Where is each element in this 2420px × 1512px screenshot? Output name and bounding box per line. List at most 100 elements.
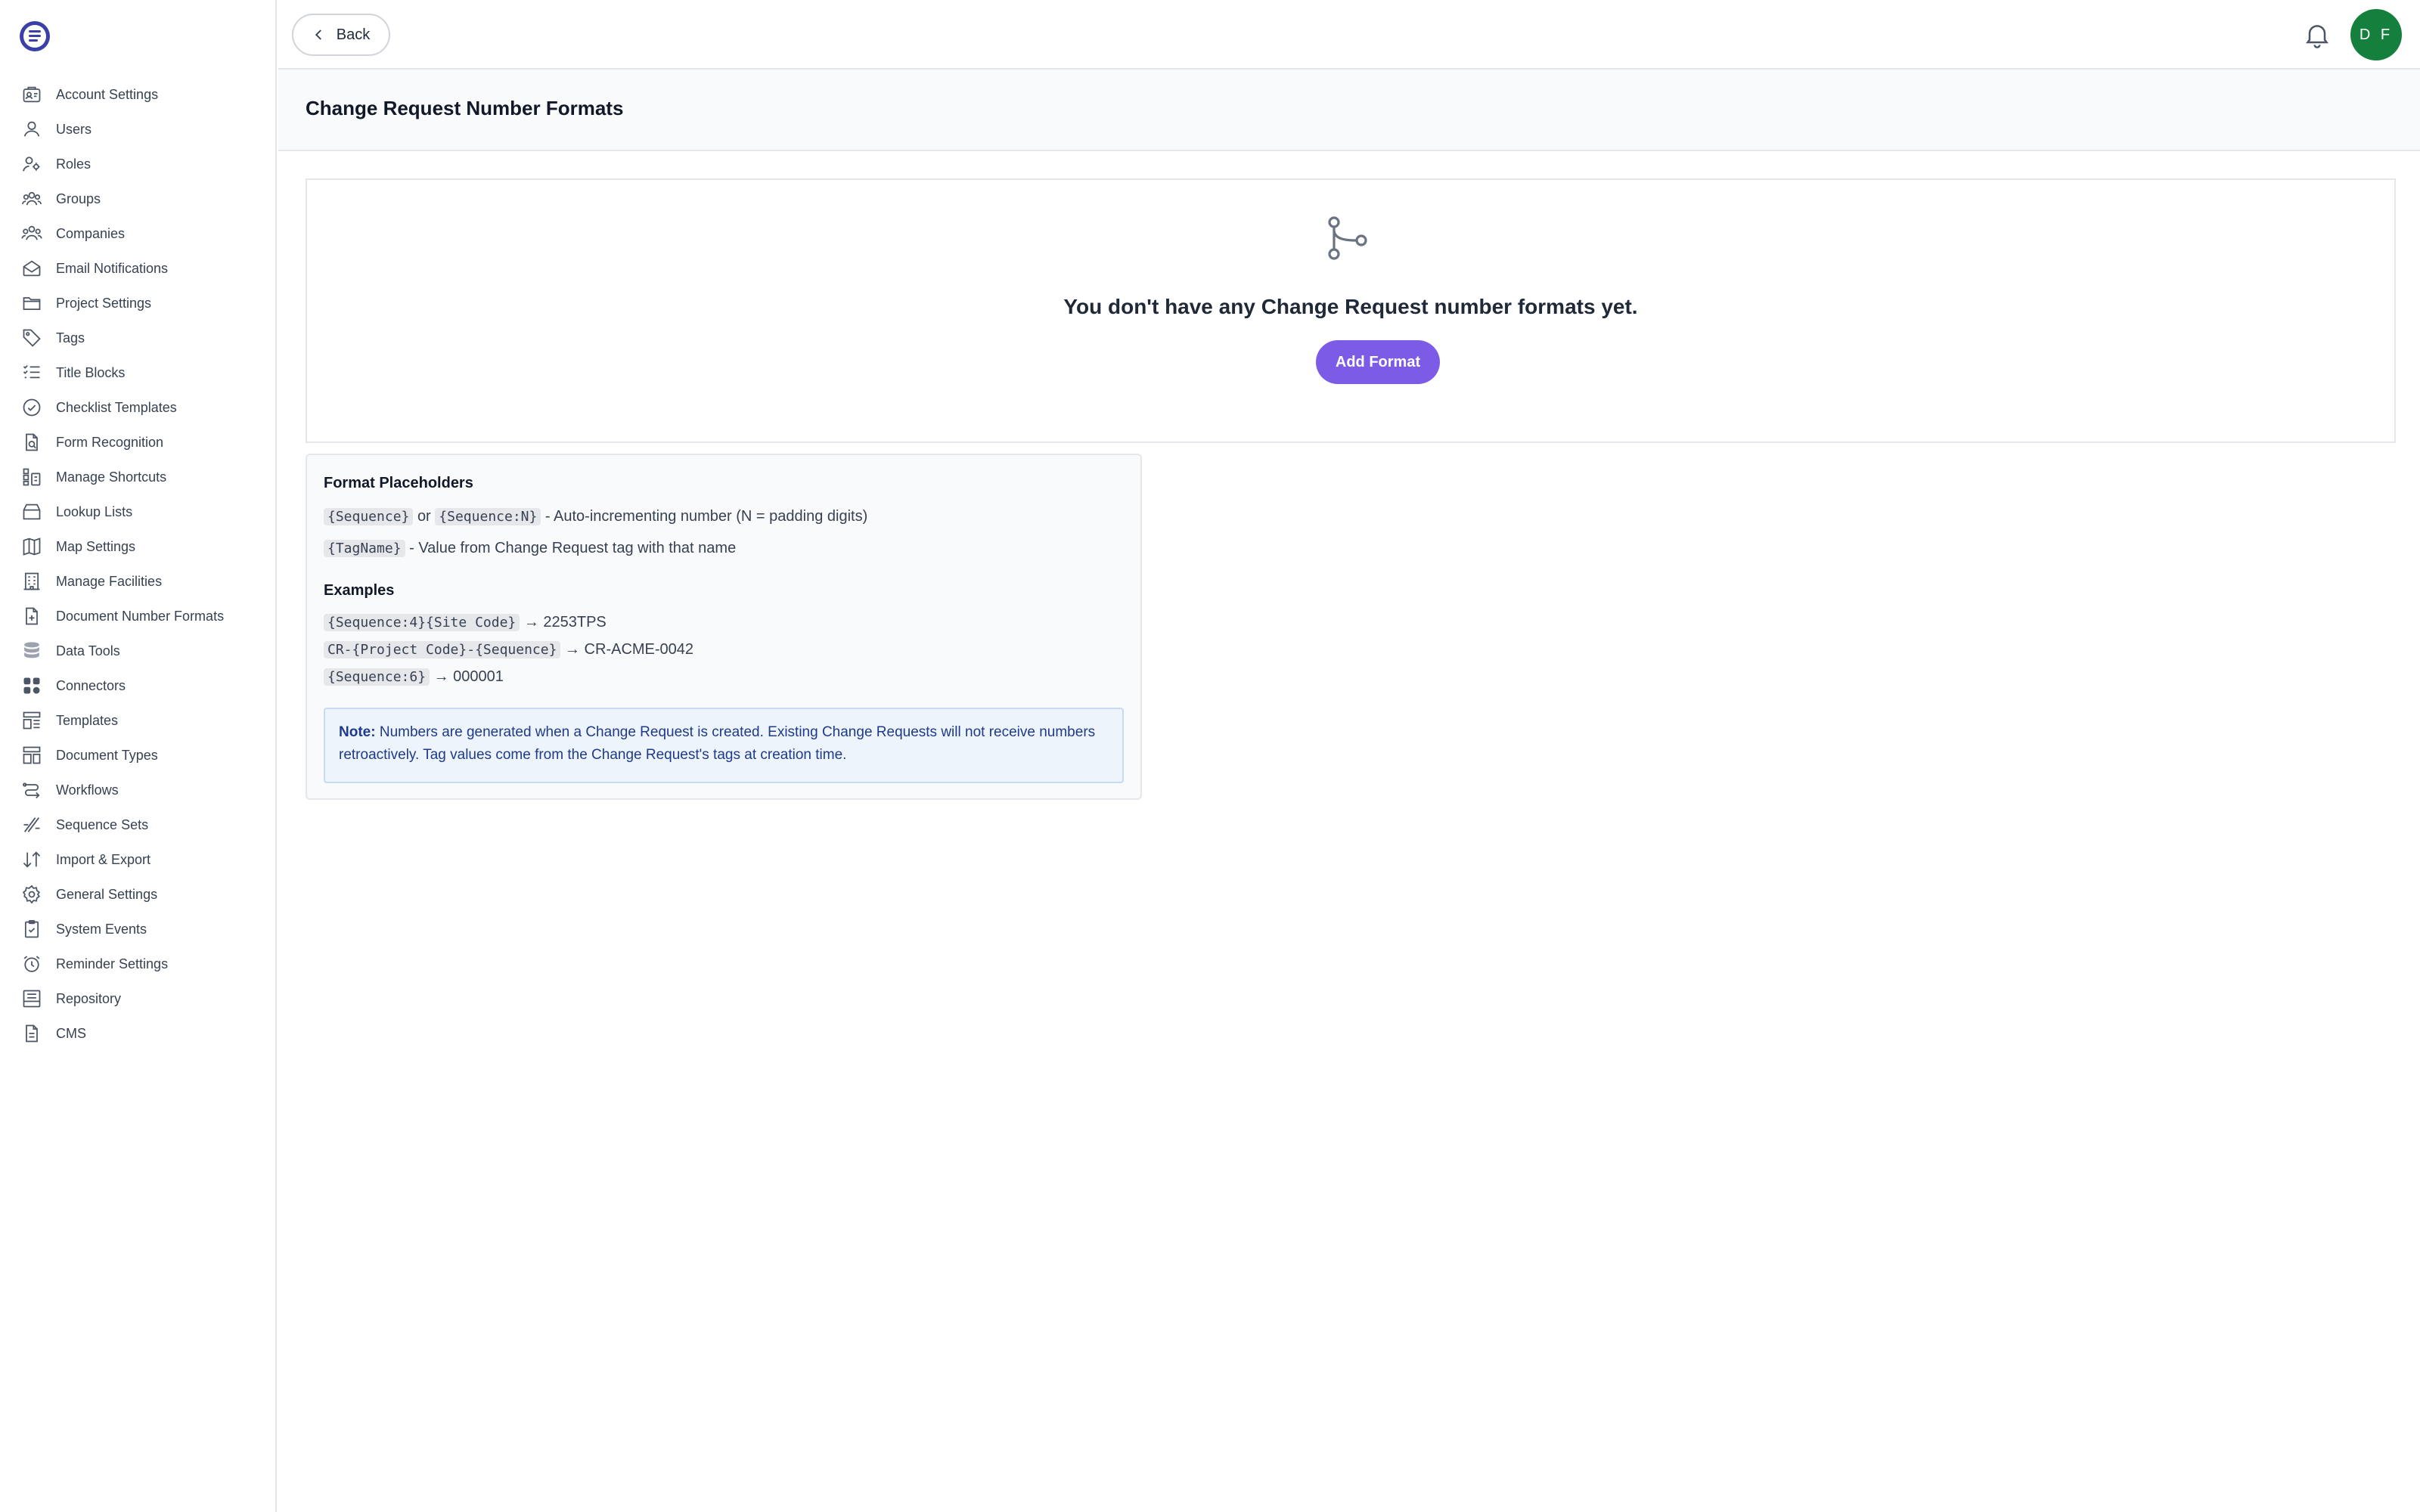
form-recognition-icon	[21, 432, 42, 453]
add-format-button[interactable]: Add Format	[1316, 340, 1440, 384]
tagname-description: - Value from Change Request tag with tha…	[409, 540, 737, 556]
workflow-icon	[21, 779, 42, 801]
sequence-icon	[21, 814, 42, 835]
sidebar-item-form-recognition[interactable]: Form Recognition	[0, 425, 277, 460]
avatar-initials: D F	[2359, 26, 2394, 43]
note-text: Numbers are generated when a Change Requ…	[339, 724, 1096, 763]
sidebar-item-companies[interactable]: Companies	[0, 216, 277, 251]
chevron-left-icon	[315, 29, 321, 40]
sidebar-item-label: Workflows	[56, 782, 119, 798]
connectors-icon	[21, 675, 42, 696]
sidebar-item-checklist-templates[interactable]: Checklist Templates	[0, 390, 277, 425]
sidebar-item-label: CMS	[56, 1025, 86, 1041]
page-header: Change Request Number Formats	[278, 70, 2420, 151]
alarm-icon	[21, 953, 42, 974]
empty-state-message: You don't have any Change Request number…	[1063, 295, 1638, 318]
sequence-n-code: {Sequence:N}	[435, 508, 541, 525]
sidebar-item-connectors[interactable]: Connectors	[0, 668, 277, 703]
format-help-card: Format Placeholders {Sequence} or {Seque…	[306, 454, 1142, 800]
sidebar-item-project-settings[interactable]: Project Settings	[0, 286, 277, 321]
folder-icon	[21, 293, 42, 314]
map-icon	[21, 536, 42, 557]
example-code: {Sequence:6}	[324, 668, 430, 686]
sequence-code: {Sequence}	[324, 508, 414, 525]
sidebar-item-map-settings[interactable]: Map Settings	[0, 529, 277, 564]
back-button[interactable]: Back	[292, 14, 390, 56]
sidebar-item-import-export[interactable]: Import & Export	[0, 842, 277, 877]
page-title: Change Request Number Formats	[306, 97, 624, 119]
sidebar-item-data-tools[interactable]: Data Tools	[0, 634, 277, 668]
sidebar-item-account-settings[interactable]: Account Settings	[0, 77, 277, 112]
list-icon	[21, 362, 42, 383]
database-icon	[21, 640, 42, 662]
sidebar-item-label: Manage Facilities	[56, 573, 163, 589]
sidebar-item-label: Connectors	[56, 677, 126, 693]
sidebar-item-roles[interactable]: Roles	[0, 147, 277, 181]
sidebar-item-label: Email Notifications	[56, 260, 169, 276]
sidebar: Account Settings Users Roles Groups Comp…	[0, 0, 277, 1512]
sidebar-item-label: Templates	[56, 712, 119, 728]
app-logo-icon[interactable]	[18, 20, 51, 53]
sidebar-item-groups[interactable]: Groups	[0, 181, 277, 216]
sidebar-item-general-settings[interactable]: General Settings	[0, 877, 277, 912]
example-result: → 000001	[433, 668, 504, 685]
sidebar-item-templates[interactable]: Templates	[0, 703, 277, 738]
user-icon	[21, 119, 42, 140]
sidebar-item-repository[interactable]: Repository	[0, 981, 277, 1016]
sidebar-item-label: Manage Shortcuts	[56, 469, 167, 485]
example-row: {Sequence:4}{Site Code} → 2253TPS	[324, 614, 607, 631]
sidebar-item-label: Repository	[56, 990, 122, 1006]
shortcuts-icon	[21, 466, 42, 488]
sidebar-item-system-events[interactable]: System Events	[0, 912, 277, 947]
sidebar-item-label: Reminder Settings	[56, 956, 169, 971]
sidebar-item-document-types[interactable]: Document Types	[0, 738, 277, 773]
sidebar-item-document-number-formats[interactable]: Document Number Formats	[0, 599, 277, 634]
import-export-icon	[21, 849, 42, 870]
example-code: {Sequence:4}{Site Code}	[324, 614, 520, 631]
sidebar-item-label: Account Settings	[56, 86, 159, 102]
sidebar-nav: Account Settings Users Roles Groups Comp…	[0, 77, 277, 1051]
sidebar-item-lookup-lists[interactable]: Lookup Lists	[0, 494, 277, 529]
sidebar-item-label: Import & Export	[56, 851, 151, 867]
gear-icon	[21, 884, 42, 905]
placeholders-heading: Format Placeholders	[324, 475, 473, 491]
sidebar-item-workflows[interactable]: Workflows	[0, 773, 277, 807]
tag-icon	[21, 327, 42, 349]
sidebar-item-label: Checklist Templates	[56, 399, 177, 415]
example-code: CR-{Project Code}-{Sequence}	[324, 641, 561, 658]
sidebar-item-label: Companies	[56, 225, 126, 241]
sidebar-item-email-notifications[interactable]: Email Notifications	[0, 251, 277, 286]
check-circle-icon	[21, 397, 42, 418]
sidebar-item-cms[interactable]: CMS	[0, 1016, 277, 1051]
tagname-code: {TagName}	[324, 540, 405, 557]
document-number-icon	[21, 606, 42, 627]
add-format-label: Add Format	[1335, 353, 1421, 370]
sidebar-item-reminder-settings[interactable]: Reminder Settings	[0, 947, 277, 981]
sidebar-item-sequence-sets[interactable]: Sequence Sets	[0, 807, 277, 842]
companies-icon	[21, 223, 42, 244]
building-icon	[21, 571, 42, 592]
sidebar-item-label: Form Recognition	[56, 434, 164, 450]
avatar[interactable]: D F	[2350, 9, 2402, 60]
sidebar-item-label: Roles	[56, 156, 92, 172]
main-area: Back D F Change Request Number Formats Y…	[278, 0, 2420, 1512]
sidebar-item-manage-shortcuts[interactable]: Manage Shortcuts	[0, 460, 277, 494]
sidebar-item-label: General Settings	[56, 886, 158, 902]
sidebar-item-label: Data Tools	[56, 643, 120, 658]
sidebar-item-label: Document Number Formats	[56, 608, 225, 624]
sidebar-item-users[interactable]: Users	[0, 112, 277, 147]
mail-icon	[21, 258, 42, 279]
bell-icon[interactable]	[2302, 20, 2332, 50]
sidebar-item-tags[interactable]: Tags	[0, 321, 277, 355]
sidebar-item-title-blocks[interactable]: Title Blocks	[0, 355, 277, 390]
sidebar-item-label: Title Blocks	[56, 364, 126, 380]
repository-icon	[21, 988, 42, 1009]
sidebar-item-label: Lookup Lists	[56, 503, 133, 519]
groups-icon	[21, 188, 42, 209]
templates-icon	[21, 710, 42, 731]
sidebar-item-label: Users	[56, 121, 92, 137]
sidebar-item-label: Project Settings	[56, 295, 152, 311]
example-row: {Sequence:6} → 000001	[324, 668, 504, 686]
sequence-description: - Auto-incrementing number (N = padding …	[544, 508, 868, 525]
sidebar-item-manage-facilities[interactable]: Manage Facilities	[0, 564, 277, 599]
